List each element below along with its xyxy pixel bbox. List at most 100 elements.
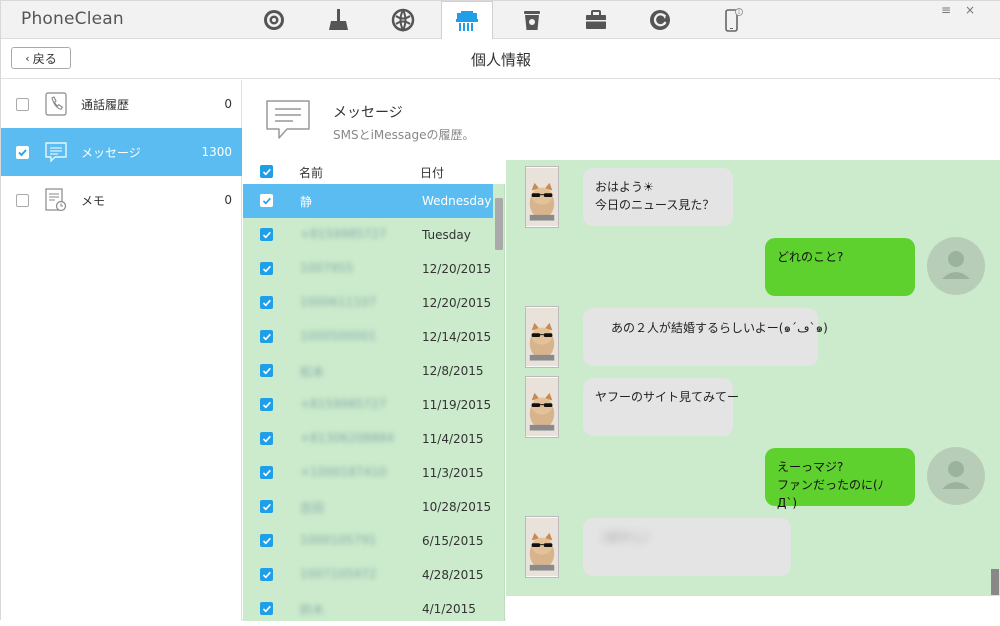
privacy-clean-tool[interactable]	[441, 1, 493, 40]
check-icon	[262, 469, 271, 476]
checkbox[interactable]	[16, 193, 29, 207]
row-checkbox[interactable]	[260, 364, 273, 377]
list-row[interactable]: 鈴木 4/1/2015	[243, 592, 493, 626]
contact-avatar	[525, 376, 559, 438]
checkbox[interactable]	[16, 97, 29, 111]
phone-icon: 1	[725, 8, 743, 32]
menu-button[interactable]: ≡	[941, 3, 951, 17]
list-row[interactable]: 1000105791 6/15/2015	[243, 524, 493, 558]
select-all-checkbox[interactable]	[260, 165, 273, 178]
list-scrollbar[interactable]	[495, 198, 503, 250]
row-checkbox[interactable]	[260, 194, 273, 207]
broom-icon	[329, 9, 348, 30]
row-checkbox[interactable]	[260, 398, 273, 411]
row-date: 11/19/2015	[422, 398, 492, 412]
list-row[interactable]: +8159985727 Tuesday	[243, 218, 493, 252]
check-icon	[262, 605, 271, 612]
list-row[interactable]: 1000500001 12/14/2015	[243, 320, 493, 354]
check-icon	[262, 231, 271, 238]
backup-tool[interactable]	[634, 1, 686, 39]
row-date: 10/28/2015	[422, 500, 492, 514]
device-tool[interactable]: 1	[706, 1, 758, 39]
phone-log-icon	[45, 92, 67, 116]
row-checkbox[interactable]	[260, 568, 273, 581]
column-header-date[interactable]: 日付	[420, 164, 444, 181]
sidebar-item-memo[interactable]: メモ 0	[1, 176, 242, 224]
message-icon	[266, 100, 310, 139]
user-avatar	[927, 447, 985, 505]
checkbox-checked[interactable]	[16, 145, 29, 159]
list-header: 名前 日付	[243, 160, 505, 184]
row-checkbox[interactable]	[260, 228, 273, 241]
row-checkbox[interactable]	[260, 466, 273, 479]
check-icon	[262, 503, 271, 510]
message-icon	[45, 142, 67, 163]
row-checkbox[interactable]	[260, 500, 273, 513]
message-line: ファンだったのに(ﾉД`)	[777, 478, 884, 510]
close-button[interactable]: ×	[965, 3, 975, 17]
system-clean-tool[interactable]	[506, 1, 558, 39]
sidebar-item-messages[interactable]: メッセージ 1300	[1, 128, 242, 176]
deep-clean-tool[interactable]	[312, 1, 364, 39]
row-checkbox[interactable]	[260, 296, 273, 309]
row-date: 12/14/2015	[422, 330, 492, 344]
shredder-icon	[456, 10, 478, 31]
check-icon	[262, 168, 271, 175]
quick-clean-tool[interactable]	[248, 1, 300, 39]
row-name: 1007105972	[300, 567, 377, 581]
row-checkbox[interactable]	[260, 432, 273, 445]
row-date: 4/28/2015	[422, 568, 484, 582]
list-row[interactable]: 吉田 10/28/2015	[243, 490, 493, 524]
internet-clean-tool[interactable]	[377, 1, 429, 39]
row-name: 1000500001	[300, 329, 377, 343]
briefcase-icon	[586, 10, 606, 29]
row-checkbox[interactable]	[260, 602, 273, 615]
check-icon	[262, 435, 271, 442]
category-title: メッセージ	[333, 105, 403, 121]
check-icon	[262, 571, 271, 578]
cat-avatar-icon	[526, 307, 558, 367]
list-row[interactable]: 1007955 12/20/2015	[243, 252, 493, 286]
list-row[interactable]: +1000187410 11/3/2015	[243, 456, 493, 490]
contact-avatar	[525, 166, 559, 228]
row-checkbox[interactable]	[260, 534, 273, 547]
message-bubble-incoming: あの２人が結婚するらしいよー(๑´ڡ`๑)	[583, 308, 828, 366]
message-line: あの２人が結婚するらしいよー(๑´ڡ`๑)	[611, 321, 828, 335]
user-avatar	[927, 237, 985, 295]
toolbox-tool[interactable]	[570, 1, 622, 39]
sidebar-item-count: 0	[224, 193, 232, 207]
column-header-name[interactable]: 名前	[299, 164, 323, 181]
row-checkbox[interactable]	[260, 330, 273, 343]
row-name: 松本	[300, 365, 325, 379]
app-brand: PhoneClean	[21, 9, 124, 29]
list-row[interactable]: 静 Wednesday	[243, 184, 493, 218]
sidebar-item-count: 0	[224, 97, 232, 111]
list-row[interactable]: 1000611107 12/20/2015	[243, 286, 493, 320]
message-line: ヤフーのサイト見てみてー	[595, 390, 740, 404]
row-date: 12/20/2015	[422, 262, 492, 276]
list-row[interactable]: 1007105972 4/28/2015	[243, 558, 493, 592]
cat-avatar-icon	[526, 517, 558, 577]
list-row[interactable]: +8159985727 11/19/2015	[243, 388, 493, 422]
check-icon	[262, 367, 271, 374]
thread-scrollbar[interactable]	[991, 569, 999, 595]
page-title: 個人情報	[470, 51, 531, 69]
check-icon	[262, 265, 271, 272]
list-row[interactable]: +81306208884 11/4/2015	[243, 422, 493, 456]
list-row[interactable]: 松本 12/8/2015	[243, 354, 493, 388]
cat-avatar-icon	[526, 167, 558, 227]
row-name: 鈴木	[300, 603, 325, 617]
check-icon	[262, 333, 271, 340]
row-date: 6/15/2015	[422, 534, 484, 548]
message-line: えーっマジ?	[777, 460, 844, 474]
row-name: +8159985727	[300, 227, 387, 241]
row-date: Wednesday	[422, 194, 492, 208]
contact-avatar	[525, 306, 559, 368]
person-icon	[942, 251, 970, 279]
row-checkbox[interactable]	[260, 262, 273, 275]
memo-icon	[45, 188, 67, 212]
sidebar-item-call-history[interactable]: 通話履歴 0	[1, 80, 242, 128]
category-header: メッセージ SMSとiMessageの履歴。	[243, 80, 1000, 160]
category-description: SMSとiMessageの履歴。	[333, 128, 475, 142]
message-bubble-incoming: （ぼかし）	[583, 518, 791, 576]
